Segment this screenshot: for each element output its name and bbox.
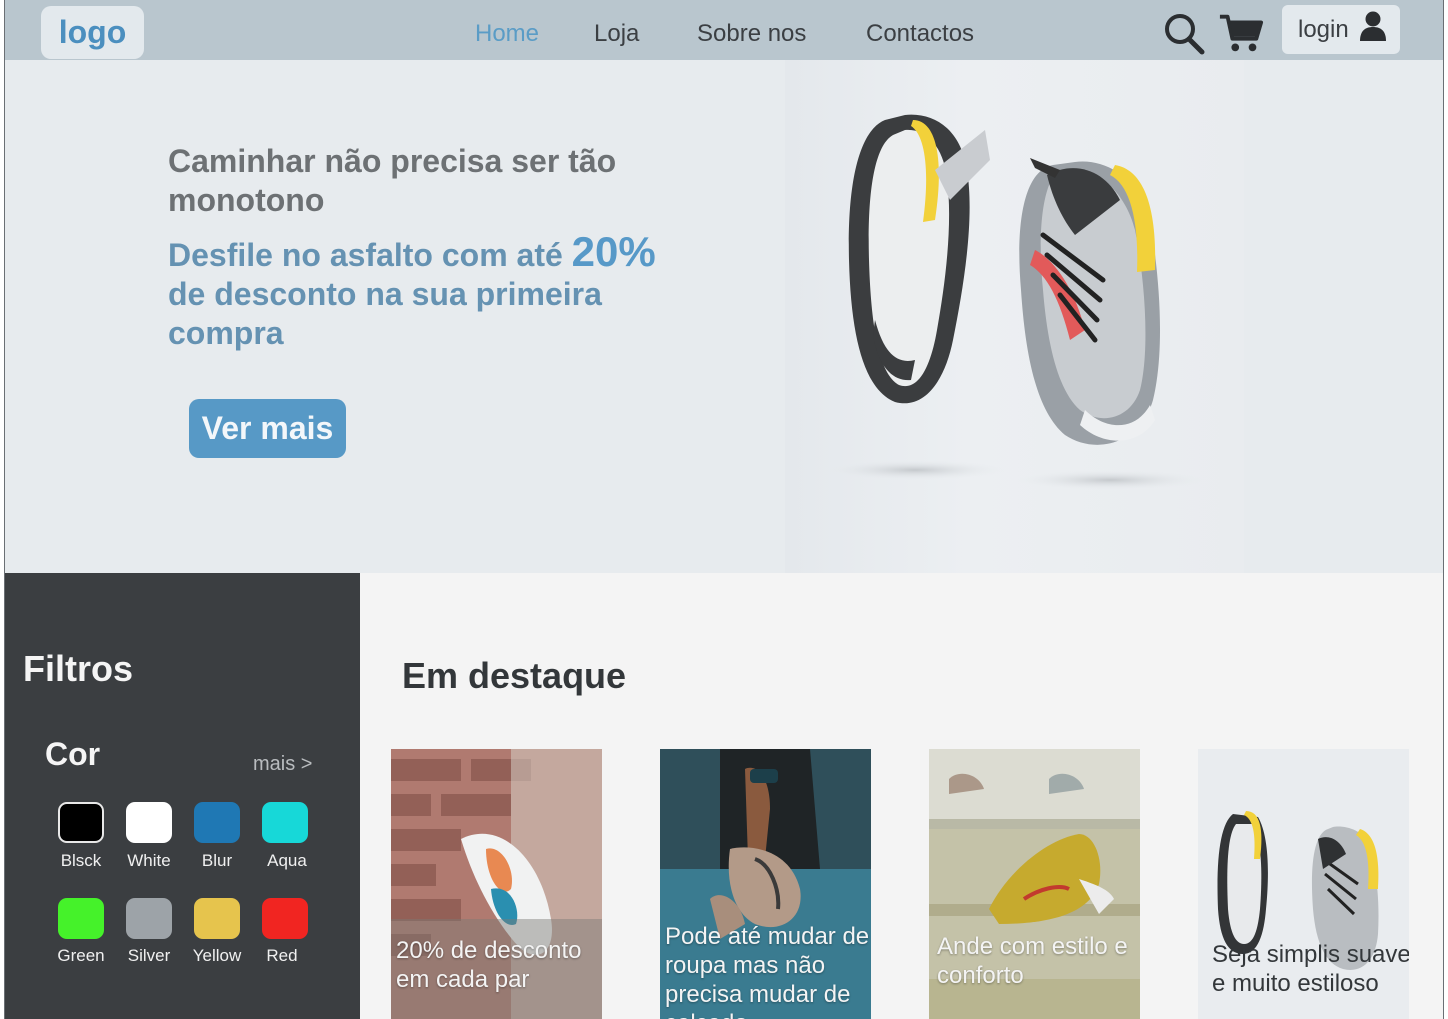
swatch-silver[interactable] — [126, 898, 172, 939]
featured-card-1[interactable]: 20% de desconto em cada par — [391, 749, 602, 1019]
hero-sneakers-image — [785, 60, 1244, 573]
filters-title: Filtros — [23, 648, 134, 689]
swatch-label-blue: Blur — [201, 851, 233, 870]
swatch-red[interactable] — [262, 898, 308, 939]
user-icon — [1359, 11, 1387, 48]
page-frame: logo Home Loja Sobre nos Contactos login — [4, 0, 1444, 1019]
featured-card-4[interactable]: Seja simplis suave e muito estiloso — [1198, 749, 1409, 1019]
swatch-label-red: Red — [266, 946, 298, 965]
nav-sobre-nos[interactable]: Sobre nos — [697, 20, 806, 48]
top-navbar: logo Home Loja Sobre nos Contactos login — [5, 0, 1443, 60]
card-4-caption: Seja simplis suave e muito estiloso — [1212, 941, 1409, 997]
ver-mais-button[interactable]: Ver mais — [189, 399, 346, 458]
card-2-caption: Pode até mudar de roupa mas não precisa … — [665, 923, 870, 1019]
swatch-label-aqua: Aqua — [267, 851, 307, 870]
swatch-white[interactable] — [126, 802, 172, 843]
featured-card-3[interactable]: Ande com estilo e conforto — [929, 749, 1140, 1019]
card-1-caption: 20% de desconto em cada par — [396, 937, 582, 993]
featured-title: Em destaque — [402, 655, 627, 696]
color-filter-title: Cor — [45, 736, 101, 772]
swatch-yellow[interactable] — [194, 898, 240, 939]
filters-sidebar: Filtros Cor mais > Blsck White Blur Aqua… — [5, 573, 360, 1019]
logo[interactable]: logo — [41, 6, 144, 59]
login-label: login — [1298, 15, 1349, 43]
promo-highlight: 20% — [571, 228, 656, 275]
swatch-black[interactable] — [58, 802, 104, 843]
nav-home[interactable]: Home — [475, 20, 539, 48]
promo-text-before: Desfile no asfalto com até — [168, 237, 563, 273]
swatch-green[interactable] — [58, 898, 104, 939]
nav-loja[interactable]: Loja — [594, 20, 639, 48]
hero-title: Caminhar não precisa ser tão monotono — [168, 143, 617, 218]
nav-contactos[interactable]: Contactos — [866, 20, 974, 48]
featured-card-2[interactable]: Pode até mudar de roupa mas não precisa … — [660, 749, 871, 1019]
search-icon[interactable] — [1161, 10, 1207, 56]
hero-banner: Caminhar não precisa ser tão monotono De… — [5, 60, 1443, 573]
swatch-aqua[interactable] — [262, 802, 308, 843]
login-button[interactable]: login — [1282, 5, 1400, 54]
cart-icon[interactable] — [1218, 10, 1264, 56]
hero-promo: Desfile no asfalto com até 20% de descon… — [168, 231, 688, 353]
card-3-caption: Ande com estilo e conforto — [937, 933, 1128, 989]
more-colors-link[interactable]: mais > — [253, 753, 312, 776]
promo-text-after: de desconto na sua primeira compra — [168, 276, 602, 351]
swatch-blue[interactable] — [194, 802, 240, 843]
